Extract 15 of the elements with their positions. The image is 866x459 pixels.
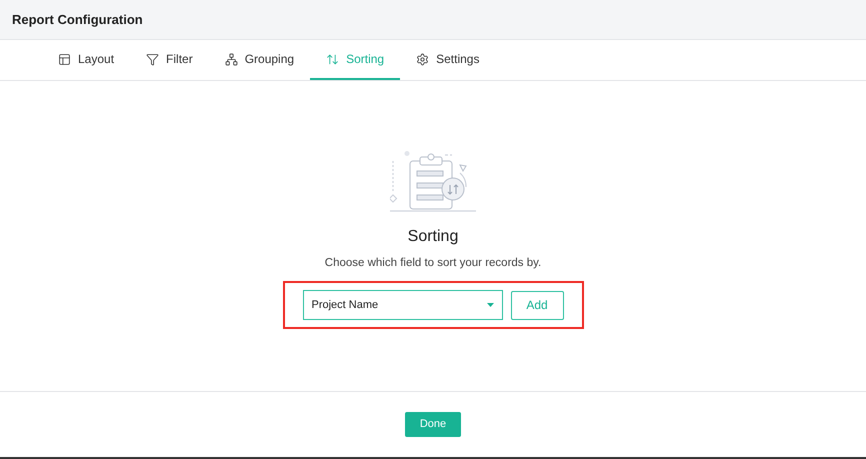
caret-icon — [486, 303, 494, 308]
tab[interactable]: Grouping — [208, 40, 310, 80]
settings-icon — [416, 52, 430, 66]
filter-icon — [146, 52, 160, 66]
sort-field-dropdown[interactable]: Project Name — [302, 290, 502, 320]
tab[interactable]: Filter — [130, 40, 209, 80]
tab[interactable]: Settings — [400, 40, 496, 80]
dropdown-value: Project Name — [312, 298, 378, 313]
grouping-icon — [224, 52, 238, 66]
tab[interactable]: Layout — [42, 40, 130, 80]
empty-state-title: Sorting — [408, 227, 458, 247]
sorting-icon — [326, 52, 340, 66]
window-title: Report Configuration — [12, 10, 143, 29]
empty-state-description: Choose which field to sort your records by. — [324, 256, 542, 271]
layout-icon — [58, 52, 71, 66]
